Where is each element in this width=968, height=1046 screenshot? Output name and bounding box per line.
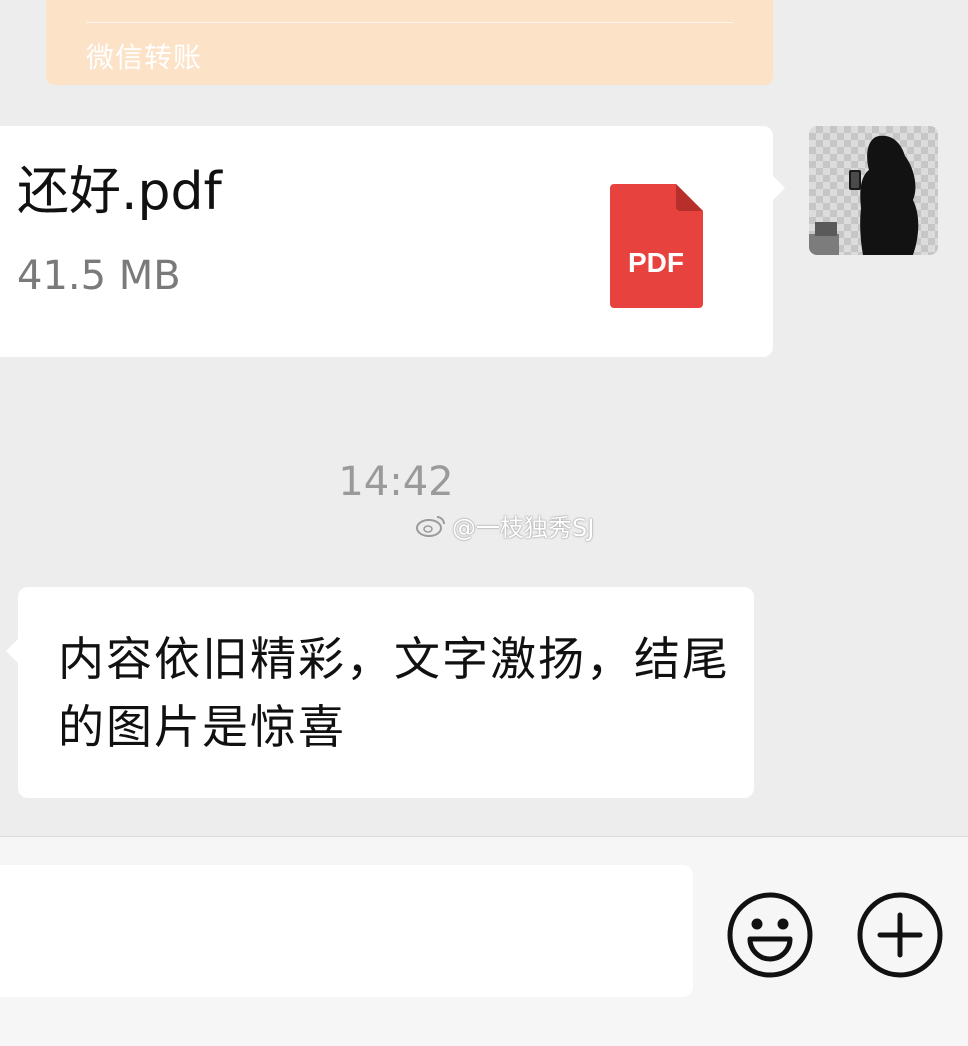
wechat-transfer-card[interactable]: 微信转账 — [46, 0, 773, 85]
watermark: @一枝独秀SJ — [416, 510, 595, 542]
transfer-card-divider — [86, 22, 733, 23]
pdf-file-icon: PDF — [610, 184, 703, 308]
message-text: 内容依旧精彩，文字激扬，结尾的图片是惊喜 — [58, 632, 730, 754]
text-message-bubble[interactable]: 内容依旧精彩，文字激扬，结尾的图片是惊喜 — [6, 587, 754, 798]
avatar-silhouette-icon — [809, 135, 919, 255]
file-name: 还好.pdf — [17, 162, 222, 222]
file-message-bubble[interactable]: 还好.pdf 41.5 MB PDF — [0, 126, 785, 357]
transfer-label: 微信转账 — [86, 41, 203, 74]
weibo-icon — [416, 516, 445, 537]
bubble-tail — [773, 176, 785, 200]
file-size: 41.5 MB — [17, 253, 181, 299]
message-timestamp: 14:42 — [338, 459, 454, 505]
chat-input-bar — [0, 836, 968, 1046]
smiley-face-icon — [727, 892, 813, 978]
pdf-label: PDF — [628, 247, 684, 278]
plus-circle-icon — [857, 892, 943, 978]
message-input[interactable] — [0, 865, 693, 997]
more-options-button[interactable] — [856, 891, 944, 979]
watermark-text: @一枝独秀SJ — [452, 513, 595, 542]
bubble-tail — [6, 639, 18, 663]
emoji-button[interactable] — [726, 891, 814, 979]
user-avatar[interactable] — [809, 126, 938, 255]
